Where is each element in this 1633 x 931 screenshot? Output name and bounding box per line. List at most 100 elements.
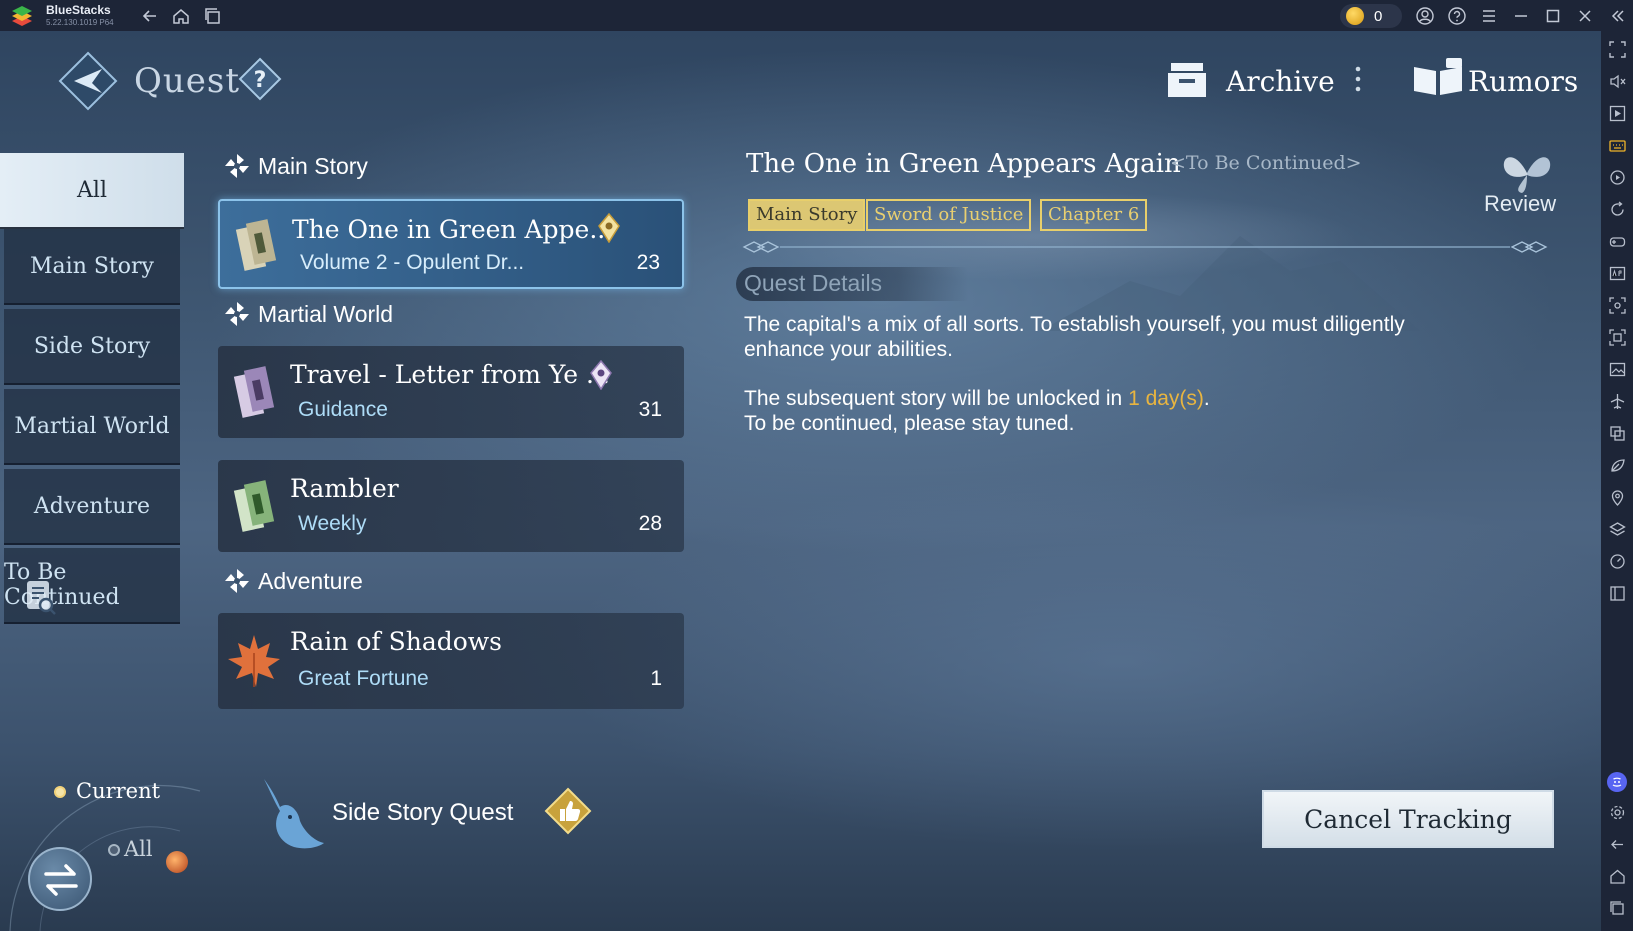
quest-title: Rambler: [290, 474, 399, 503]
quest-title: Rain of Shadows: [290, 627, 503, 656]
unlock-notice-prefix: The subsequent story will be unlocked in: [744, 387, 1129, 410]
maximize-icon[interactable]: [1543, 6, 1563, 26]
record-icon[interactable]: [1609, 329, 1626, 346]
all-filter-label[interactable]: All: [124, 837, 153, 861]
close-icon[interactable]: [1575, 6, 1595, 26]
speed-icon[interactable]: [1609, 553, 1626, 570]
svg-text:?: ?: [254, 68, 267, 93]
bluestacks-titlebar: BlueStacks 5.22.130.1019 P64 0: [0, 0, 1633, 31]
glowing-orb-icon: [166, 851, 188, 873]
coin-count: 0: [1374, 7, 1383, 25]
quest-subtitle: Volume 2 - Opulent Dr...: [300, 251, 525, 274]
unlock-notice-suffix: .: [1203, 387, 1210, 410]
quest-description: The capital's a mix of all sorts. To est…: [744, 313, 1405, 361]
airplane-icon[interactable]: [1609, 393, 1626, 410]
quest-title: The One in Green Appe...: [292, 215, 614, 244]
all-filter-radio[interactable]: [108, 844, 120, 856]
quest-scroll-icon: [233, 480, 275, 532]
group-title: Main Story: [258, 152, 368, 179]
detail-status: <To Be Continued>: [1170, 152, 1362, 174]
rotate-icon[interactable]: [1609, 201, 1626, 218]
review-button[interactable]: Review: [1484, 191, 1556, 217]
quest-card-selected[interactable]: The One in Green Appe... Volume 2 - Opul…: [218, 199, 684, 289]
android-back-icon[interactable]: [1609, 836, 1626, 853]
quest-level: 23: [636, 251, 660, 274]
swap-arrows-icon: [44, 864, 78, 896]
quest-subtitle: Great Fortune: [298, 667, 429, 690]
rumors-book-icon[interactable]: [1412, 57, 1464, 97]
location-icon[interactable]: [1609, 489, 1626, 506]
archive-button[interactable]: Archive: [1226, 65, 1335, 98]
group-title: Adventure: [258, 567, 363, 594]
minimize-icon[interactable]: [1511, 6, 1531, 26]
tracking-pin-icon: [598, 213, 620, 243]
back-icon[interactable]: [140, 6, 160, 26]
bluestacks-logo-icon: [12, 6, 32, 26]
android-recents-icon[interactable]: [1609, 900, 1626, 917]
tab-martial-world[interactable]: Martial World: [4, 389, 180, 465]
current-filter-radio[interactable]: [54, 786, 66, 798]
tag-sword-of-justice: Sword of Justice: [866, 199, 1032, 231]
switch-filter-button[interactable]: [28, 847, 92, 911]
screenshot-icon[interactable]: [1609, 297, 1626, 314]
rumors-button[interactable]: Rumors: [1468, 65, 1578, 98]
maple-leaf-icon: [228, 635, 280, 687]
gallery-icon[interactable]: [1609, 361, 1626, 378]
android-home-icon[interactable]: [1609, 868, 1626, 885]
more-options-icon[interactable]: [1354, 65, 1362, 93]
quest-scroll-icon: [235, 219, 277, 271]
sidebar-toggle-icon[interactable]: [1609, 585, 1626, 602]
ornamental-divider: [742, 241, 1548, 253]
quest-level: 31: [638, 398, 662, 421]
quest-title: Travel - Letter from Ye ...: [290, 360, 610, 389]
game-viewport: Quest ? Archive Rumors All Main Story Si…: [0, 31, 1601, 931]
quest-card[interactable]: Rain of Shadows Great Fortune 1: [218, 613, 684, 709]
archive-icon[interactable]: [1165, 59, 1209, 99]
group-title: Martial World: [258, 300, 394, 327]
pinwheel-icon: [225, 154, 249, 178]
bluestacks-side-toolbar: [1601, 31, 1633, 931]
quest-level: 1: [650, 667, 662, 690]
tab-adventure[interactable]: Adventure: [4, 469, 180, 545]
home-icon[interactable]: [171, 6, 191, 26]
macro-icon[interactable]: [1609, 169, 1626, 186]
thumbs-up-icon[interactable]: [544, 787, 592, 835]
group-header-adventure: Adventure: [222, 566, 363, 596]
group-header-martial-world: Martial World: [222, 299, 393, 329]
media-icon[interactable]: [1609, 105, 1626, 122]
quest-emblem-icon: [58, 51, 118, 111]
stay-tuned-text: To be continued, please stay tuned.: [744, 412, 1075, 435]
settings-icon[interactable]: [1609, 804, 1626, 821]
cancel-tracking-button[interactable]: Cancel Tracking: [1262, 790, 1554, 848]
collapse-sidebar-icon[interactable]: [1607, 6, 1627, 26]
app-version: 5.22.130.1019 P64: [46, 18, 114, 27]
tab-all[interactable]: All: [0, 153, 184, 229]
quest-details-heading: Quest Details: [736, 267, 968, 301]
keyboard-icon[interactable]: [1609, 137, 1626, 154]
side-story-quest-label[interactable]: Side Story Quest: [332, 799, 513, 827]
help-circle-icon[interactable]: [1447, 6, 1467, 26]
quest-card[interactable]: Travel - Letter from Ye ... Guidance 31: [218, 346, 684, 438]
pinwheel-icon: [225, 569, 249, 593]
gamepad-icon[interactable]: [1609, 233, 1626, 250]
current-filter-label[interactable]: Current: [76, 779, 160, 803]
apk-icon[interactable]: [1609, 265, 1626, 282]
help-icon[interactable]: ?: [238, 57, 282, 101]
discord-icon[interactable]: [1607, 772, 1627, 792]
unlock-notice: The subsequent story will be unlocked in…: [744, 386, 1464, 411]
volume-icon[interactable]: [1609, 73, 1626, 90]
group-header-main-story: Main Story: [222, 151, 368, 181]
quest-subtitle: Guidance: [298, 398, 388, 421]
tab-main-story[interactable]: Main Story: [4, 229, 180, 305]
multi-instance-icon[interactable]: [1609, 425, 1626, 442]
unlock-time: 1 day(s): [1128, 387, 1204, 410]
layers-icon[interactable]: [1609, 521, 1626, 538]
tab-side-story[interactable]: Side Story: [4, 309, 180, 385]
recent-apps-icon[interactable]: [203, 6, 223, 26]
menu-icon[interactable]: [1479, 6, 1499, 26]
quest-card[interactable]: Rambler Weekly 28: [218, 460, 684, 552]
fullscreen-icon[interactable]: [1609, 41, 1626, 58]
account-icon[interactable]: [1415, 6, 1435, 26]
eco-mode-icon[interactable]: [1609, 457, 1626, 474]
coin-balance[interactable]: 0: [1340, 4, 1402, 28]
